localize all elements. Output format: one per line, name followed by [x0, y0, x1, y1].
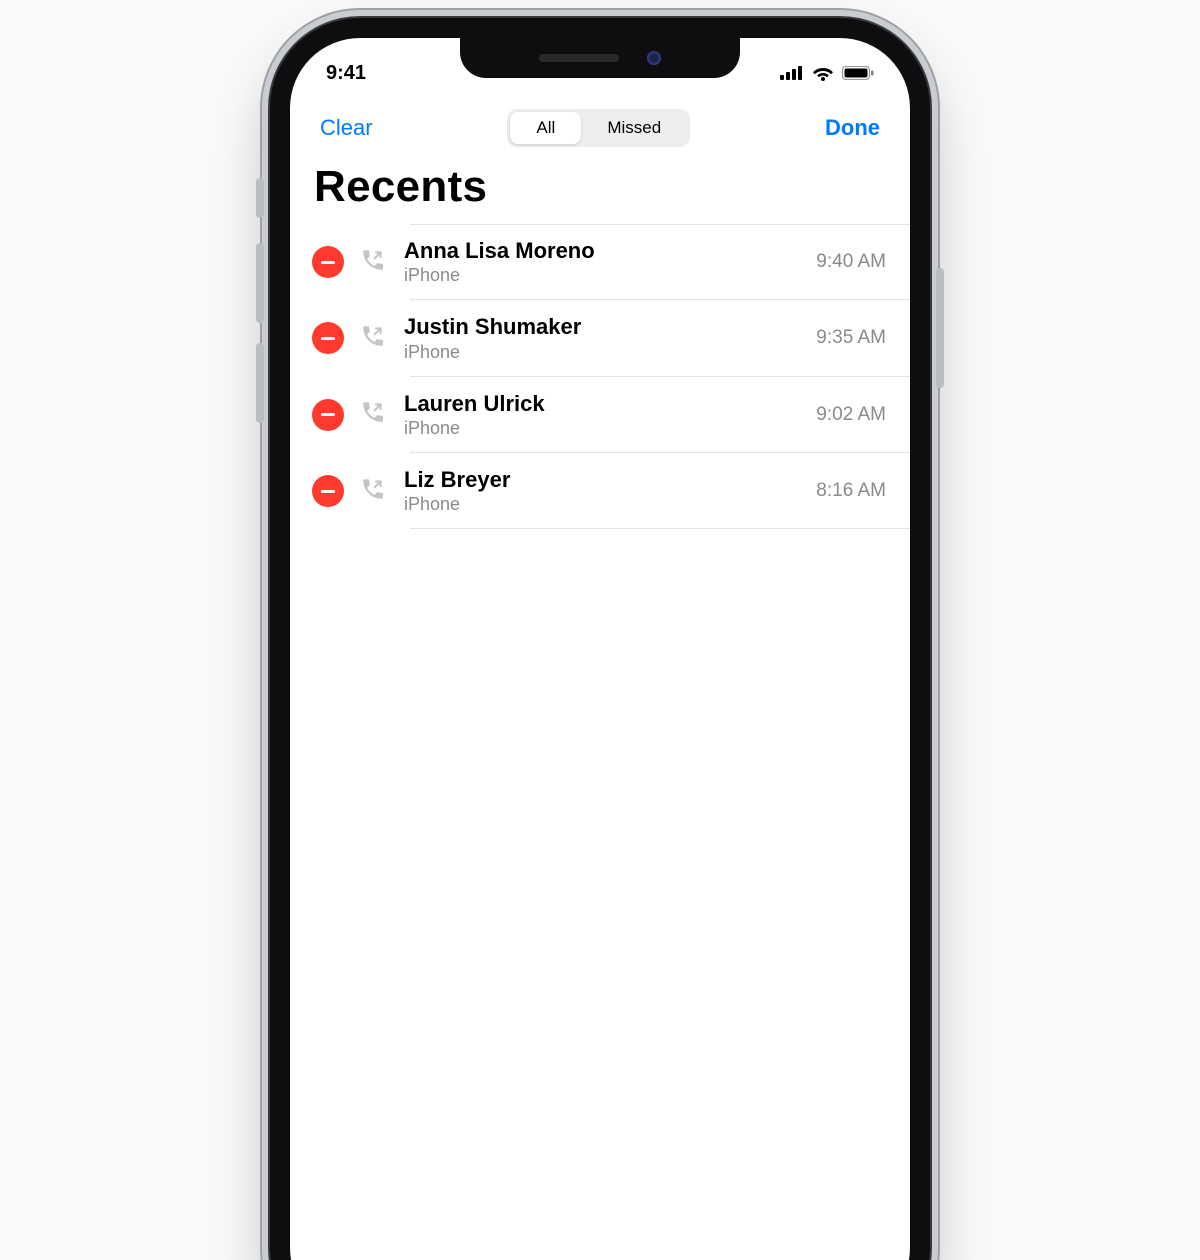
call-time: 9:40 AM	[816, 251, 886, 273]
volume-down-button	[256, 343, 264, 423]
call-time: 9:35 AM	[816, 327, 886, 349]
caller-name: Justin Shumaker	[404, 314, 800, 339]
front-camera	[647, 51, 661, 65]
call-row[interactable]: Liz Breyer iPhone 8:16 AM	[290, 453, 910, 529]
cellular-icon	[780, 66, 804, 80]
screen: 9:41	[290, 38, 910, 1260]
done-button[interactable]: Done	[819, 111, 886, 145]
call-time: 9:02 AM	[816, 404, 886, 426]
battery-icon	[842, 66, 874, 80]
caller-info: Lauren Ulrick iPhone	[404, 391, 800, 439]
delete-call-button[interactable]	[312, 475, 344, 507]
caller-name: Liz Breyer	[404, 467, 800, 492]
outgoing-call-icon	[360, 247, 388, 278]
caller-info: Liz Breyer iPhone	[404, 467, 800, 515]
caller-name: Anna Lisa Moreno	[404, 238, 800, 263]
outgoing-call-icon	[360, 476, 388, 507]
caller-source: iPhone	[404, 342, 800, 363]
delete-call-button[interactable]	[312, 246, 344, 278]
caller-info: Anna Lisa Moreno iPhone	[404, 238, 800, 286]
call-row[interactable]: Lauren Ulrick iPhone 9:02 AM	[290, 377, 910, 453]
volume-up-button	[256, 243, 264, 323]
delete-call-button[interactable]	[312, 322, 344, 354]
recents-list: Anna Lisa Moreno iPhone 9:40 AM Justin S…	[290, 224, 910, 529]
call-row[interactable]: Anna Lisa Moreno iPhone 9:40 AM	[290, 224, 910, 300]
status-indicators	[780, 65, 874, 81]
page-title: Recents	[314, 162, 487, 212]
outgoing-call-icon	[360, 399, 388, 430]
side-button	[936, 268, 944, 388]
phone-frame: 9:41	[270, 18, 930, 1260]
segment-missed[interactable]: Missed	[581, 112, 687, 144]
speaker-grille	[539, 54, 619, 62]
caller-source: iPhone	[404, 418, 800, 439]
notch	[460, 38, 740, 78]
caller-source: iPhone	[404, 494, 800, 515]
status-time: 9:41	[326, 62, 366, 85]
mute-switch	[256, 178, 264, 218]
clear-button[interactable]: Clear	[314, 111, 379, 145]
caller-name: Lauren Ulrick	[404, 391, 800, 416]
filter-segmented-control[interactable]: All Missed	[507, 109, 690, 147]
caller-info: Justin Shumaker iPhone	[404, 314, 800, 362]
outgoing-call-icon	[360, 323, 388, 354]
delete-call-button[interactable]	[312, 399, 344, 431]
wifi-icon	[812, 65, 834, 81]
segment-all[interactable]: All	[510, 112, 581, 144]
call-row[interactable]: Justin Shumaker iPhone 9:35 AM	[290, 300, 910, 376]
nav-bar: Clear All Missed Done	[290, 104, 910, 152]
call-time: 8:16 AM	[816, 480, 886, 502]
caller-source: iPhone	[404, 265, 800, 286]
